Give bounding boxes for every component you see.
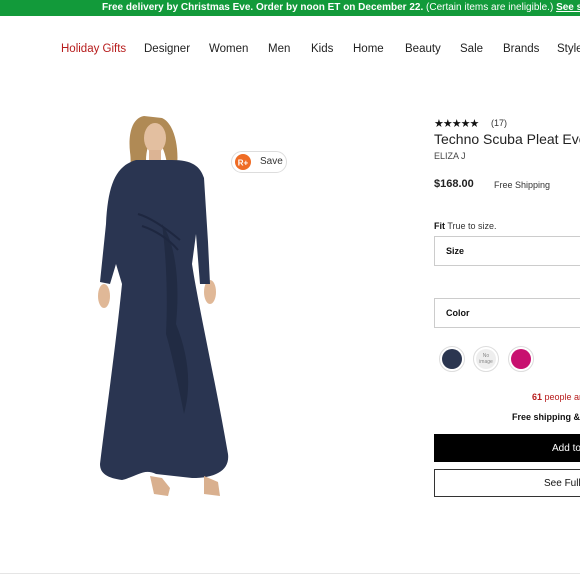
see-full-details-button[interactable]: See Full D [434,469,580,497]
product-title: Techno Scuba Pleat Eveni [434,131,580,147]
no-image-label: No image [479,353,493,365]
nav-item-style[interactable]: Style [557,43,580,55]
main-nav: Holiday Gifts Designer Women Men Kids Ho… [0,43,580,59]
nav-item-designer[interactable]: Designer [144,43,190,55]
size-dropdown[interactable]: Size [434,236,580,266]
nav-item-beauty[interactable]: Beauty [405,43,441,55]
add-to-bag-label: Add to [552,443,580,454]
swatch-navy-fill [442,349,462,369]
shipping-deadlines-link[interactable]: See shipping deadlines. [556,2,580,13]
save-label: Save [260,156,283,167]
swatch-magenta-fill [511,349,531,369]
promo-banner: Free delivery by Christmas Eve. Order by… [0,0,580,16]
rating-stars[interactable]: ★★★★★ [434,117,479,130]
review-count[interactable]: (17) [491,118,507,128]
nav-item-kids[interactable]: Kids [311,43,333,55]
size-label: Size [446,246,465,256]
product-brand[interactable]: ELIZA J [434,151,466,161]
nav-item-home[interactable]: Home [353,43,384,55]
shipping-note: Free Shipping [494,180,551,190]
see-full-label: See Full D [544,478,580,489]
nav-item-holiday-gifts[interactable]: Holiday Gifts [61,43,126,55]
add-to-bag-button[interactable]: Add to [434,434,580,462]
swatch-magenta[interactable] [508,346,534,372]
swatch-navy[interactable] [439,346,465,372]
people-viewing: 61 people ar [532,392,580,402]
fit-value: True to size. [447,221,497,231]
divider [0,573,580,574]
color-label: Color [446,308,470,318]
swatch-no-image[interactable]: No image [473,346,499,372]
color-dropdown[interactable]: Color [434,298,580,328]
fit-info: Fit True to size. [434,221,497,231]
nav-item-men[interactable]: Men [268,43,290,55]
people-text: people ar [542,392,580,402]
nav-item-brands[interactable]: Brands [503,43,539,55]
svg-text:R+: R+ [238,159,249,168]
nav-item-women[interactable]: Women [209,43,248,55]
promo-note: (Certain items are ineligible.) [423,2,557,13]
people-count: 61 [532,392,543,402]
fit-label: Fit [434,221,445,231]
product-price: $168.00 [434,178,474,190]
r-plus-icon: R+ [235,154,251,170]
product-image[interactable] [92,114,232,500]
save-button[interactable]: R+ Save [231,151,287,173]
promo-text: Free delivery by Christmas Eve. Order by… [102,2,424,13]
free-shipping-returns: Free shipping & i [512,412,580,422]
nav-item-sale[interactable]: Sale [460,43,483,55]
